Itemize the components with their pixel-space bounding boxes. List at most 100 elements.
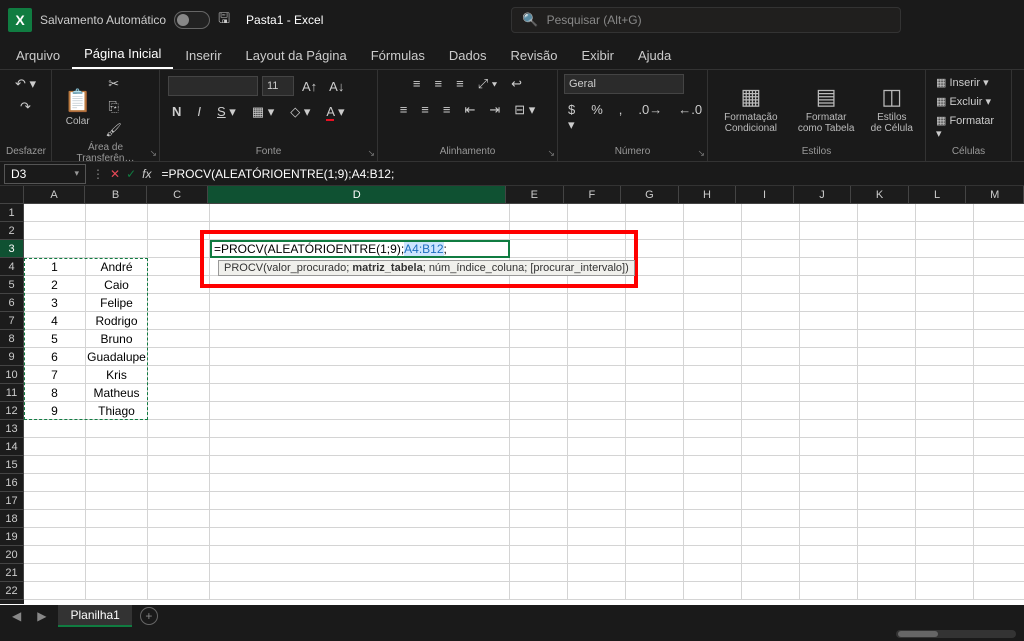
cell-A15[interactable] bbox=[24, 456, 86, 474]
number-dialog-launcher[interactable]: ↘ bbox=[697, 148, 705, 159]
format-cells-button[interactable]: ▦ Formatar ▾ bbox=[932, 112, 1005, 142]
cell-D2[interactable] bbox=[210, 222, 510, 240]
cell-J4[interactable] bbox=[800, 258, 858, 276]
cell-C21[interactable] bbox=[148, 564, 210, 582]
cell-B20[interactable] bbox=[86, 546, 148, 564]
cell-M7[interactable] bbox=[974, 312, 1024, 330]
cell-F10[interactable] bbox=[568, 366, 626, 384]
cell-C16[interactable] bbox=[148, 474, 210, 492]
cell-I22[interactable] bbox=[742, 582, 800, 600]
cell-F19[interactable] bbox=[568, 528, 626, 546]
row-header-8[interactable]: 8 bbox=[0, 330, 24, 348]
cell-C20[interactable] bbox=[148, 546, 210, 564]
cell-E19[interactable] bbox=[510, 528, 568, 546]
cell-K4[interactable] bbox=[858, 258, 916, 276]
expand-namebox-icon[interactable]: ⋮ bbox=[92, 167, 104, 181]
cell-A12[interactable]: 9 bbox=[24, 402, 86, 420]
sheet-nav-prev[interactable]: ◀ bbox=[8, 609, 25, 623]
cell-I13[interactable] bbox=[742, 420, 800, 438]
cell-L18[interactable] bbox=[916, 510, 974, 528]
cell-I2[interactable] bbox=[742, 222, 800, 240]
cell-I17[interactable] bbox=[742, 492, 800, 510]
cell-K19[interactable] bbox=[858, 528, 916, 546]
cell-M4[interactable] bbox=[974, 258, 1024, 276]
cell-L6[interactable] bbox=[916, 294, 974, 312]
cell-K7[interactable] bbox=[858, 312, 916, 330]
col-header-h[interactable]: H bbox=[679, 186, 737, 204]
cell-E20[interactable] bbox=[510, 546, 568, 564]
cell-D10[interactable] bbox=[210, 366, 510, 384]
cell-M22[interactable] bbox=[974, 582, 1024, 600]
cell-K5[interactable] bbox=[858, 276, 916, 294]
cell-A6[interactable]: 3 bbox=[24, 294, 86, 312]
cell-M18[interactable] bbox=[974, 510, 1024, 528]
row-header-3[interactable]: 3 bbox=[0, 240, 24, 258]
cell-E16[interactable] bbox=[510, 474, 568, 492]
borders-button[interactable]: ▦ ▾ bbox=[248, 102, 278, 122]
cell-E17[interactable] bbox=[510, 492, 568, 510]
cell-F9[interactable] bbox=[568, 348, 626, 366]
cell-A3[interactable] bbox=[24, 240, 86, 258]
cell-A7[interactable]: 4 bbox=[24, 312, 86, 330]
cell-K22[interactable] bbox=[858, 582, 916, 600]
cell-E8[interactable] bbox=[510, 330, 568, 348]
cell-H6[interactable] bbox=[684, 294, 742, 312]
cell-K21[interactable] bbox=[858, 564, 916, 582]
name-box[interactable]: D3 ▾ bbox=[4, 164, 86, 184]
currency-button[interactable]: $ ▾ bbox=[564, 100, 579, 135]
align-top-button[interactable]: ≡ bbox=[409, 74, 425, 94]
cell-J10[interactable] bbox=[800, 366, 858, 384]
cell-A19[interactable] bbox=[24, 528, 86, 546]
cell-A2[interactable] bbox=[24, 222, 86, 240]
cell-E9[interactable] bbox=[510, 348, 568, 366]
cell-I15[interactable] bbox=[742, 456, 800, 474]
decrease-decimal-button[interactable]: ←.0 bbox=[674, 100, 706, 135]
tab-revisao[interactable]: Revisão bbox=[499, 42, 570, 69]
cell-B6[interactable]: Felipe bbox=[86, 294, 148, 312]
cell-B21[interactable] bbox=[86, 564, 148, 582]
cell-L11[interactable] bbox=[916, 384, 974, 402]
font-size-select[interactable] bbox=[262, 76, 294, 96]
cell-C15[interactable] bbox=[148, 456, 210, 474]
cell-D7[interactable] bbox=[210, 312, 510, 330]
percent-button[interactable]: % bbox=[587, 100, 607, 135]
enter-formula-button[interactable]: ✓ bbox=[126, 167, 136, 181]
cell-D15[interactable] bbox=[210, 456, 510, 474]
cell-E11[interactable] bbox=[510, 384, 568, 402]
row-header-9[interactable]: 9 bbox=[0, 348, 24, 366]
cell-J13[interactable] bbox=[800, 420, 858, 438]
cell-F5[interactable] bbox=[568, 276, 626, 294]
cell-G11[interactable] bbox=[626, 384, 684, 402]
cell-I10[interactable] bbox=[742, 366, 800, 384]
cell-J20[interactable] bbox=[800, 546, 858, 564]
cell-J5[interactable] bbox=[800, 276, 858, 294]
cell-B9[interactable]: Guadalupe bbox=[86, 348, 148, 366]
cell-A18[interactable] bbox=[24, 510, 86, 528]
comma-style-button[interactable]: , bbox=[615, 100, 627, 135]
cell-J16[interactable] bbox=[800, 474, 858, 492]
row-header-16[interactable]: 16 bbox=[0, 474, 24, 492]
cell-B4[interactable]: André bbox=[86, 258, 148, 276]
spreadsheet-grid[interactable]: A B C D E F G H I J K L M 12345678910111… bbox=[0, 186, 1024, 610]
cell-G14[interactable] bbox=[626, 438, 684, 456]
cell-C12[interactable] bbox=[148, 402, 210, 420]
cell-K14[interactable] bbox=[858, 438, 916, 456]
format-painter-button[interactable]: 🖌 bbox=[101, 120, 126, 140]
italic-button[interactable]: I bbox=[193, 102, 205, 122]
tab-dados[interactable]: Dados bbox=[437, 42, 499, 69]
cell-I21[interactable] bbox=[742, 564, 800, 582]
copy-button[interactable]: ⎘ bbox=[104, 97, 122, 117]
cell-H7[interactable] bbox=[684, 312, 742, 330]
cell-C8[interactable] bbox=[148, 330, 210, 348]
cell-D8[interactable] bbox=[210, 330, 510, 348]
cell-H22[interactable] bbox=[684, 582, 742, 600]
cell-I8[interactable] bbox=[742, 330, 800, 348]
cell-J9[interactable] bbox=[800, 348, 858, 366]
cell-D18[interactable] bbox=[210, 510, 510, 528]
tab-inserir[interactable]: Inserir bbox=[173, 42, 233, 69]
cell-F22[interactable] bbox=[568, 582, 626, 600]
cell-A16[interactable] bbox=[24, 474, 86, 492]
cell-H12[interactable] bbox=[684, 402, 742, 420]
cell-K1[interactable] bbox=[858, 204, 916, 222]
cell-L2[interactable] bbox=[916, 222, 974, 240]
